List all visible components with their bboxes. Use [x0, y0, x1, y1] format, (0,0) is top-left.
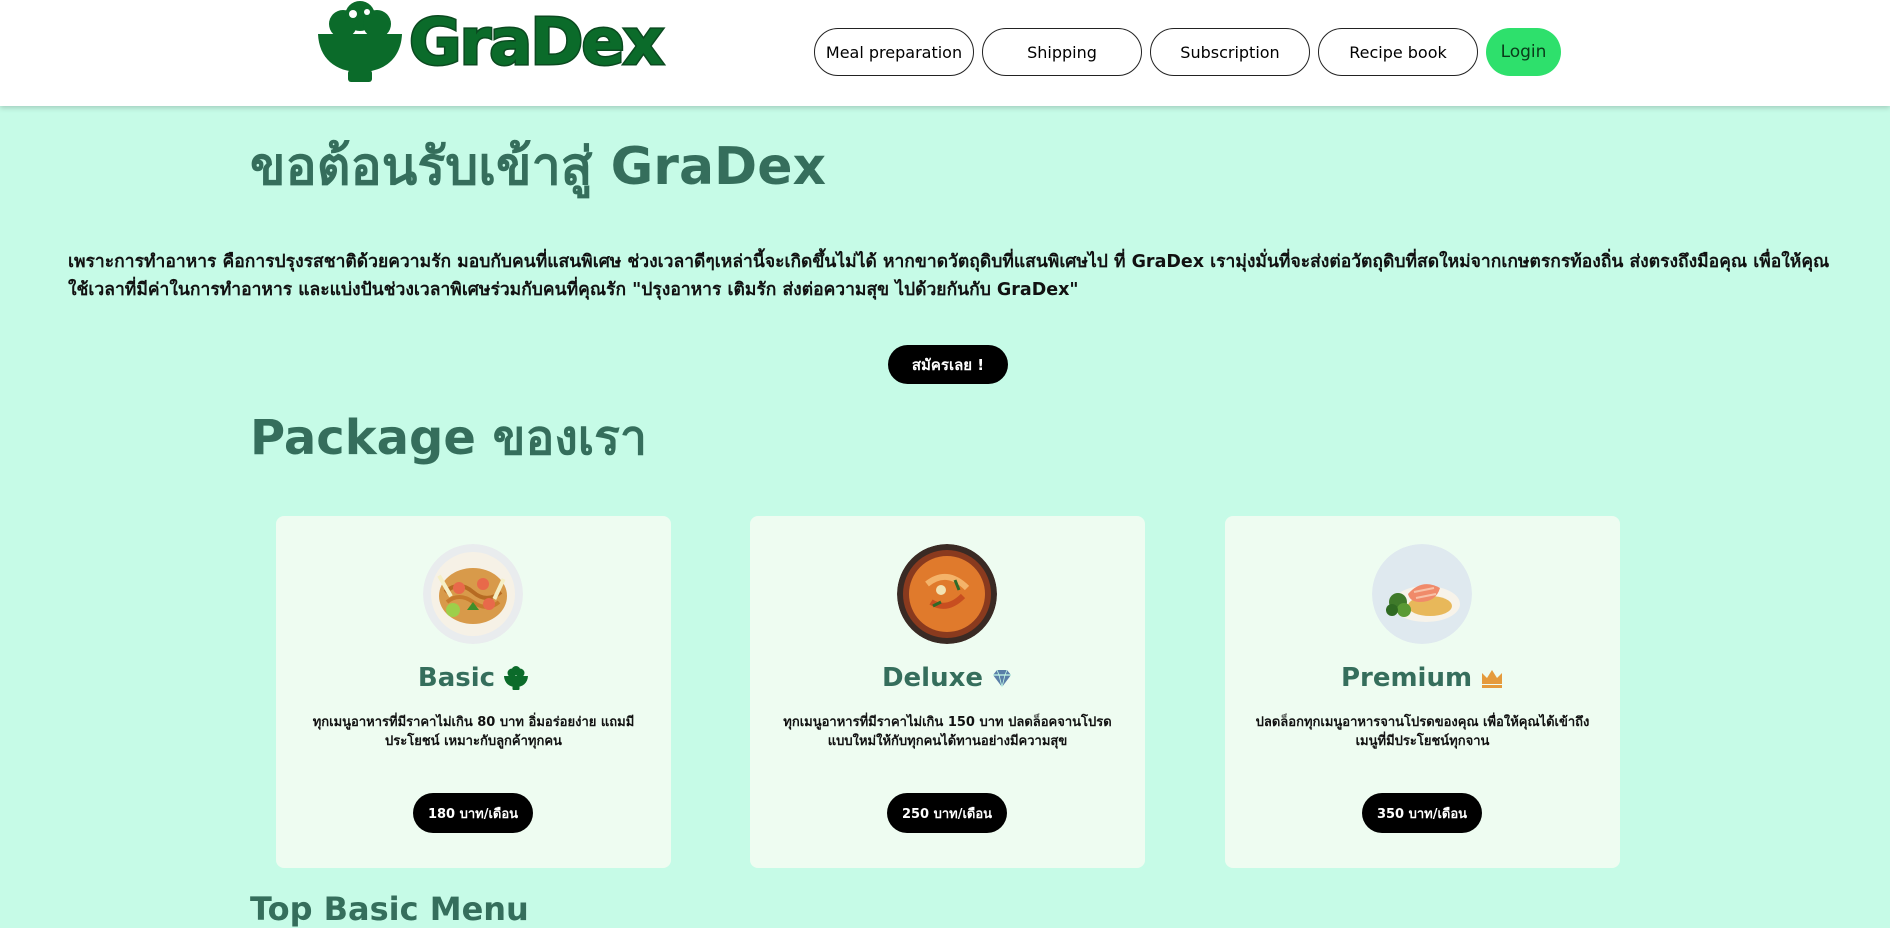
packages-title: Package ของเรา: [250, 410, 647, 466]
nav-shipping[interactable]: Shipping: [982, 28, 1142, 76]
package-card-basic: Basic ทุกเมนูอาหารที่มีราคาไม่เกิน 80 บา…: [276, 516, 671, 868]
deluxe-description: ทุกเมนูอาหารที่มีราคาไม่เกิน 150 บาท ปลด…: [783, 715, 1112, 749]
site-header: GraDex Meal preparation Shipping Subscri…: [0, 0, 1890, 106]
rice-bowl-logo-icon: [318, 1, 402, 82]
page-title: ขอต้อนรับเข้าสู่ GraDex: [250, 137, 827, 197]
signup-button[interactable]: สมัครเลย !: [888, 345, 1008, 384]
package-card-deluxe: Deluxe ทุกเมนูอาหารที่มีราคาไม่เกิน 150 …: [750, 516, 1145, 868]
basic-title: Basic: [276, 660, 671, 696]
basic-price-button[interactable]: 180 บาท/เดือน: [413, 793, 533, 833]
logo-text: GraDex: [407, 6, 665, 80]
main-nav: Meal preparation Shipping Subscription R…: [814, 28, 1561, 76]
deluxe-price-button[interactable]: 250 บาท/เดือน: [887, 793, 1007, 833]
deluxe-title: Deluxe: [750, 660, 1145, 696]
basic-name: Basic: [417, 663, 496, 693]
deluxe-name: Deluxe: [881, 663, 984, 693]
rice-bowl-icon: [504, 666, 529, 690]
nav-subscription[interactable]: Subscription: [1150, 28, 1310, 76]
premium-food-image: [1372, 544, 1472, 644]
premium-description: ปลดล็อกทุกเมนูอาหารจานโปรดของคุณ เพื่อให…: [1255, 715, 1590, 749]
nav-meal-preparation[interactable]: Meal preparation: [814, 28, 974, 76]
diamond-icon: [993, 669, 1012, 688]
nav-recipe-book[interactable]: Recipe book: [1318, 28, 1478, 76]
logo[interactable]: GraDex: [315, 0, 666, 86]
crown-icon: [1482, 670, 1503, 688]
intro-text: เพราะการทำอาหาร คือการปรุงรสชาติด้วยความ…: [68, 252, 1830, 300]
login-button[interactable]: Login: [1486, 28, 1561, 76]
package-card-premium: Premium ปลดล็อกทุกเมนูอาหารจานโปรดของคุณ…: [1225, 516, 1620, 868]
premium-title: Premium: [1225, 660, 1620, 696]
premium-name: Premium: [1340, 663, 1473, 693]
top-basic-menu-title: Top Basic Menu: [250, 890, 529, 928]
basic-food-image: [423, 544, 523, 644]
basic-description: ทุกเมนูอาหารที่มีราคาไม่เกิน 80 บาท อิ่ม…: [312, 715, 635, 749]
premium-price-button[interactable]: 350 บาท/เดือน: [1362, 793, 1482, 833]
deluxe-food-image: [897, 544, 997, 644]
